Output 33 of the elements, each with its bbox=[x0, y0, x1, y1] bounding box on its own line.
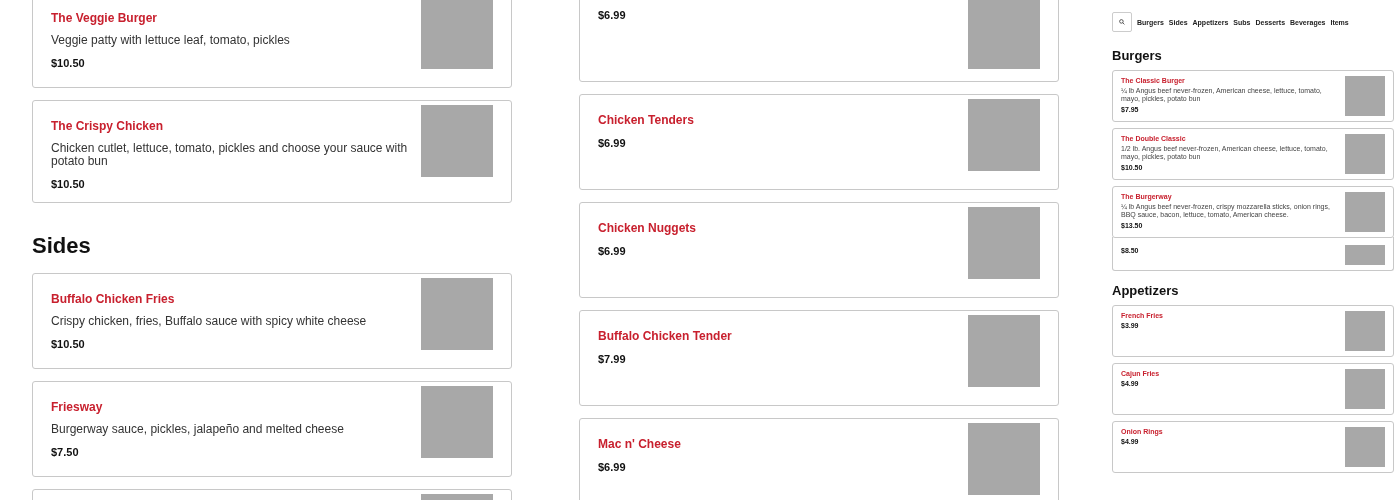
item-price: $6.99 bbox=[598, 461, 627, 473]
item-price: $10.50 bbox=[51, 338, 86, 350]
item-price: $7.99 bbox=[598, 353, 627, 365]
item-description: Burgerway sauce, pickles, jalapeño and melted cheese bbox=[51, 423, 345, 436]
menu-item-card[interactable]: Buffalo Chicken Fries Crispy chicken, fries, Buffalo sauce with spicy white cheese $10.50 bbox=[32, 273, 512, 369]
item-name: Friesway bbox=[51, 400, 104, 414]
menu-item-card[interactable]: Mac n' Cheese $6.99 bbox=[579, 418, 1059, 500]
item-description: Veggie patty with lettuce leaf, tomato, pickles bbox=[51, 34, 291, 47]
item-description: Crispy chicken, fries, Buffalo sauce with spicy white cheese bbox=[51, 315, 368, 328]
menu-item-card[interactable]: The Veggie Burger Veggie patty with lettuce leaf, tomato, pickles $10.50 bbox=[32, 0, 512, 88]
menu-item-card[interactable]: $6.99 bbox=[579, 0, 1059, 82]
section-heading: Sides bbox=[32, 233, 92, 259]
item-name: Buffalo Chicken Fries bbox=[51, 292, 176, 306]
item-price: $10.50 bbox=[51, 178, 86, 190]
menu-item-card[interactable]: Buffalo Chicken Tender $7.99 bbox=[579, 310, 1059, 406]
item-name: The Crispy Chicken bbox=[51, 119, 165, 133]
item-name: Mac n' Cheese bbox=[598, 437, 682, 451]
item-name: Chicken Tenders bbox=[598, 113, 695, 127]
item-price: $6.99 bbox=[598, 137, 627, 149]
item-price: $6.99 bbox=[598, 9, 627, 21]
item-price: $10.50 bbox=[51, 57, 86, 69]
menu-item-card[interactable]: The Crispy Chicken Chicken cutlet, lettuce, tomato, pickles and choose your sauce with potato bun $10.50 bbox=[32, 100, 512, 203]
item-name: The Veggie Burger bbox=[51, 11, 159, 25]
item-name: Buffalo Chicken Tender bbox=[598, 329, 733, 343]
item-price: $7.50 bbox=[51, 446, 80, 458]
section-heading: Burgers bbox=[1112, 48, 1163, 63]
menu-item-card[interactable]: Friesway Burgerway sauce, pickles, jalapeño and melted cheese $7.50 bbox=[32, 381, 512, 477]
item-description: Chicken cutlet, lettuce, tomato, pickles and choose your sauce with potato bun bbox=[51, 142, 409, 168]
item-name: Chicken Nuggets bbox=[598, 221, 697, 235]
menu-item-card[interactable]: Chicken Tenders $6.99 bbox=[579, 94, 1059, 190]
section-heading: Appetizers bbox=[1112, 283, 1180, 298]
menu-item-card[interactable]: Chicken Nuggets $6.99 bbox=[579, 202, 1059, 298]
item-price: $6.99 bbox=[598, 245, 627, 257]
